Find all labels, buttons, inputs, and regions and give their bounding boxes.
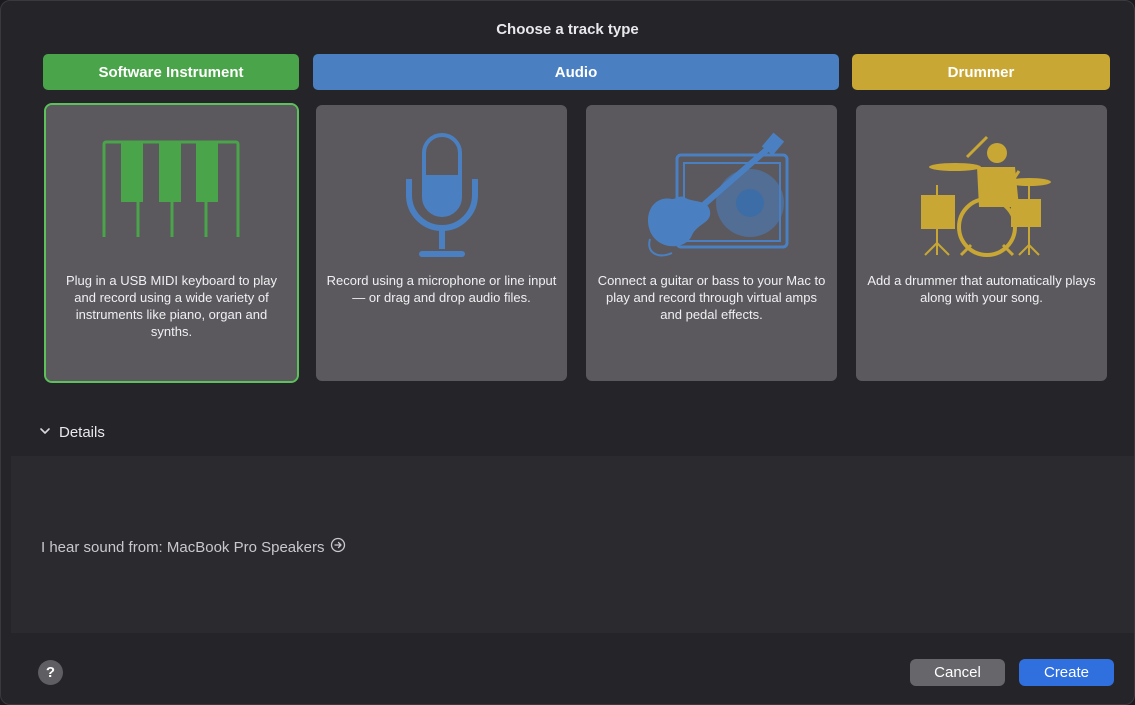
create-button[interactable]: Create <box>1019 659 1114 686</box>
card-description: Connect a guitar or bass to your Mac to … <box>597 273 826 322</box>
help-button[interactable]: ? <box>38 660 63 685</box>
dialog-title: Choose a track type <box>496 21 639 38</box>
guitar-amp-icon <box>647 132 788 257</box>
details-panel: I hear sound from: MacBook Pro Speakers <box>11 456 1134 633</box>
piano-keyboard-icon <box>102 140 239 237</box>
output-device-row: I hear sound from: MacBook Pro Speakers <box>41 537 346 557</box>
arrow-right-circle-icon[interactable] <box>330 537 346 557</box>
details-disclosure[interactable]: Details <box>39 424 105 441</box>
drummer-icon <box>920 135 1051 257</box>
category-drummer[interactable]: Drummer <box>852 54 1110 90</box>
card-description: Plug in a USB MIDI keyboard to play and … <box>66 273 277 339</box>
category-audio[interactable]: Audio <box>313 54 839 90</box>
cancel-button[interactable]: Cancel <box>910 659 1005 686</box>
details-label: Details <box>59 424 105 441</box>
track-type-card-software-instrument[interactable]: Plug in a USB MIDI keyboard to play and … <box>44 103 299 383</box>
track-type-card-microphone[interactable]: Record using a microphone or line input … <box>316 105 567 381</box>
card-description: Add a drummer that automatically plays a… <box>867 273 1096 305</box>
output-device-text: I hear sound from: MacBook Pro Speakers <box>41 538 325 556</box>
track-type-card-guitar[interactable]: Connect a guitar or bass to your Mac to … <box>586 105 837 381</box>
category-software-instrument[interactable]: Software Instrument <box>43 54 299 90</box>
track-type-card-drummer[interactable]: Add a drummer that automatically plays a… <box>856 105 1107 381</box>
card-description: Record using a microphone or line input … <box>326 273 557 305</box>
microphone-icon <box>405 133 478 257</box>
chevron-down-icon <box>39 424 51 441</box>
new-track-dialog: Choose a track type Software Instrument … <box>0 0 1135 705</box>
